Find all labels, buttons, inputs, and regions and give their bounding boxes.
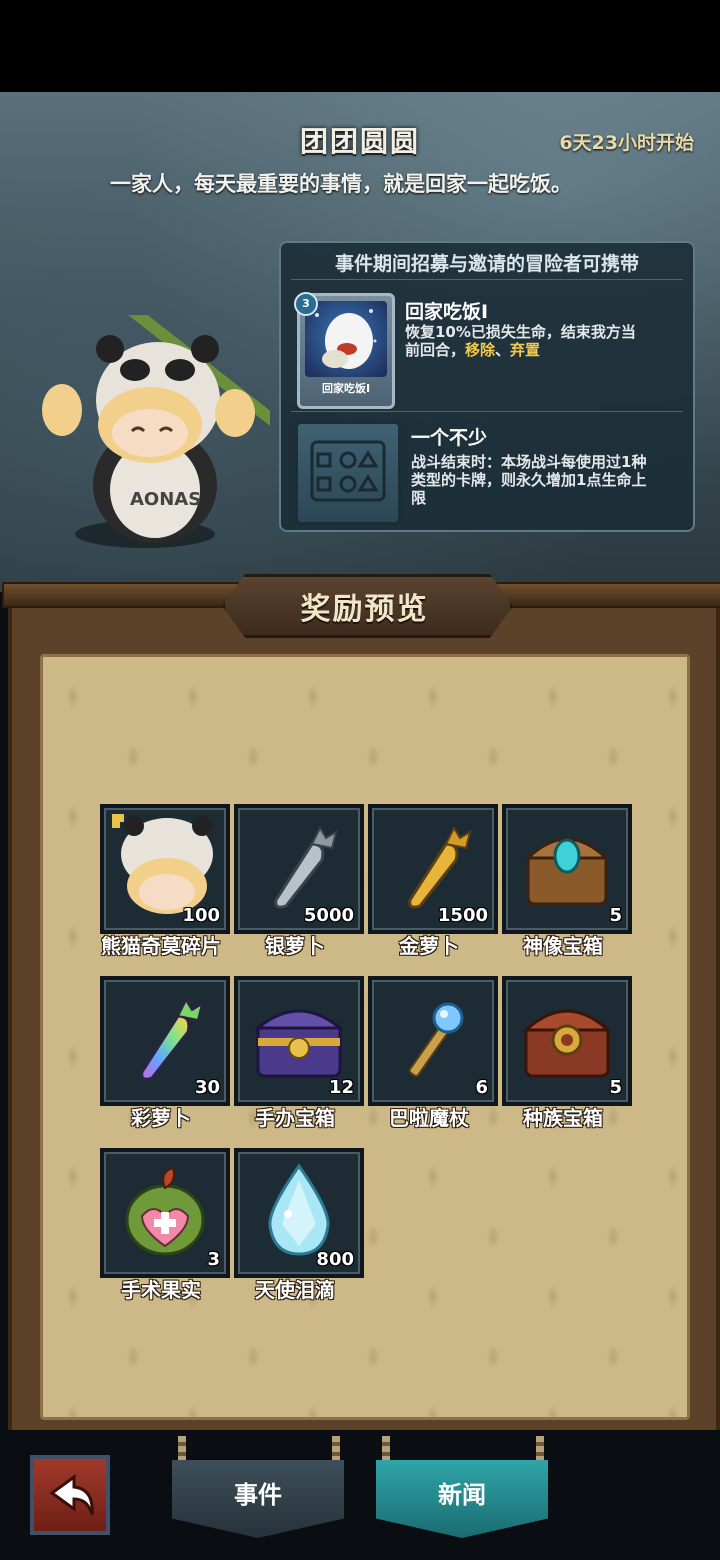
relic-icon[interactable] [295, 421, 401, 525]
svg-text:AONAS: AONAS [130, 489, 201, 510]
skill-card[interactable]: 回家吃饭I 3 [294, 292, 395, 409]
reward-name: 手办宝箱 [255, 1106, 335, 1130]
skill-divider [291, 411, 683, 412]
keyword-discard[interactable]: 弃置 [510, 341, 540, 359]
reward-name: 天使泪滴 [255, 1278, 335, 1302]
relic-name: 一个不少 [411, 427, 488, 449]
reward-name: 彩萝卜 [131, 1106, 191, 1130]
reward-item-rainbow-carrot[interactable]: 30 [100, 976, 230, 1106]
skill-card-text-prefix: 前回合， [405, 341, 466, 359]
reward-count: 1500 [437, 905, 488, 926]
reward-item-gold-carrot[interactable]: 1500 [368, 804, 498, 934]
reward-item-statue-chest[interactable]: 5 [502, 804, 632, 934]
reward-name: 手术果实 [121, 1278, 201, 1302]
reward-item-magic-wand[interactable]: 6 [368, 976, 498, 1106]
skill-card-art [305, 301, 387, 377]
reward-item-angel-tear[interactable]: 800 [234, 1148, 364, 1278]
surgery-fruit-icon [125, 1166, 205, 1256]
status-bar [0, 0, 720, 92]
reward-count: 800 [316, 1249, 354, 1270]
reward-name: 熊猫奇莫碎片 [101, 934, 221, 958]
relic-text-line1: 战斗结束时：本场战斗每使用过1种 [411, 453, 647, 471]
reward-name: 银萝卜 [265, 934, 325, 958]
reward-count: 3 [207, 1249, 220, 1270]
skill-panel-header: 事件期间招募与邀请的冒险者可携带 [291, 249, 683, 280]
event-skill-panel: 事件期间招募与邀请的冒险者可携带 回家吃饭I 3 回家吃饭I 恢复10%已损失生… [279, 241, 695, 532]
reward-name: 神像宝箱 [523, 934, 603, 958]
statue-chest-icon [524, 837, 610, 906]
event-title: 团团圆圆 [299, 125, 420, 158]
skill-card-cost: 3 [294, 292, 318, 316]
reward-count: 5 [609, 905, 622, 926]
board-title: 奖励预览 [300, 592, 429, 627]
keyword-separator: 、 [495, 341, 511, 359]
reward-count: 30 [194, 1077, 220, 1098]
reward-name: 种族宝箱 [523, 1106, 603, 1130]
reward-name: 巴啦魔杖 [389, 1106, 469, 1130]
reward-item-panda-shard[interactable]: 100 [100, 804, 230, 934]
skill-card-description: 恢复10%已损失生命，结束我方当 前回合，移除、弃置 [405, 323, 690, 359]
relic-text-line2: 类型的卡牌，则永久增加1点生命上 [411, 471, 647, 489]
keyword-remove[interactable]: 移除 [465, 341, 495, 359]
reward-count: 12 [328, 1077, 354, 1098]
skill-card-label: 回家吃饭I [321, 382, 371, 395]
back-button[interactable] [30, 1455, 110, 1535]
reward-name: 金萝卜 [399, 934, 459, 958]
reward-count: 5000 [303, 905, 354, 926]
event-description: 一家人，每天最重要的事情，就是回家一起吃饭。 [110, 172, 572, 196]
reward-item-race-chest[interactable]: 5 [502, 976, 632, 1106]
skill-card-text-line2: 前回合，移除、弃置 [405, 341, 690, 359]
relic-description: 战斗结束时：本场战斗每使用过1种 类型的卡牌，则永久增加1点生命上 限 [411, 453, 683, 507]
reward-count: 6 [475, 1077, 488, 1098]
magic-wand-icon [408, 1002, 464, 1077]
reward-count: 100 [182, 905, 220, 926]
skill-card-text-line1: 恢复10%已损失生命，结束我方当 [405, 323, 636, 341]
event-countdown: 6天23小时开始 [559, 132, 694, 154]
relic-text-line3: 限 [411, 489, 427, 507]
race-chest-icon [522, 1009, 612, 1078]
reward-count: 5 [609, 1077, 622, 1098]
reward-item-figure-chest[interactable]: 12 [234, 976, 364, 1106]
skill-card-name: 回家吃饭I [405, 301, 489, 323]
reward-item-silver-carrot[interactable]: 5000 [234, 804, 364, 934]
back-arrow-icon [49, 1474, 94, 1516]
reward-item-surgery-fruit[interactable]: 3 [100, 1148, 230, 1278]
reward-preview-board: 奖励预览 100 熊猫奇莫碎片 5000 银萝卜 1500 金萝卜 5 神像宝箱… [2, 574, 720, 1438]
panda-hero-portrait: AONAS [40, 301, 292, 550]
